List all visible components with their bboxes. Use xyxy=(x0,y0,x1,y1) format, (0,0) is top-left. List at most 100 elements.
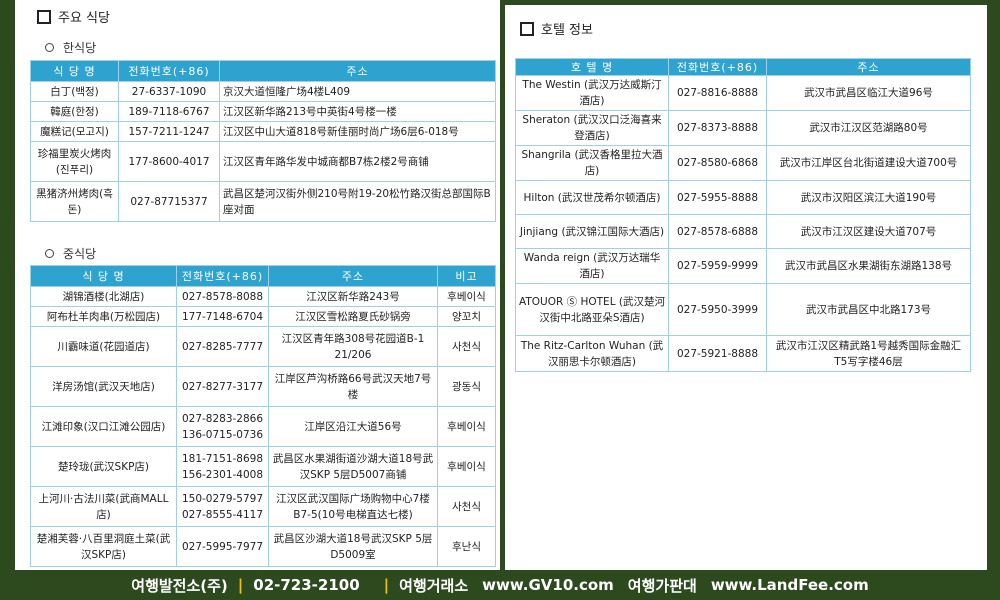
restaurant-phone: 027-87715377 xyxy=(118,181,220,222)
hotel-address: 武汉市汉阳区滨江大道190号 xyxy=(766,180,971,215)
restaurant-address: 武昌区水果湖街道沙湖大道18号武汉SKP 5层D5007商铺 xyxy=(268,446,438,487)
header-name: 식 당 명 xyxy=(30,265,177,287)
table-row: 湖锦酒楼(北湖店) 027-8578-8088 江汉区新华路243号 후베이식 xyxy=(30,286,496,307)
table-header-row: 식 당 명 전화번호(+86) 주소 xyxy=(30,60,496,82)
table-row: 上河川·古法川菜(武商MALL店) 150-0279-5797 027-8555… xyxy=(30,486,496,527)
restaurant-note: 사천식 xyxy=(437,326,496,367)
table-row: 楚玲珑(武汉SKP店) 181-7151-8698 156-2301-4008 … xyxy=(30,446,496,487)
table-row: 阿布杜羊肉串(万松园店) 177-7148-6704 江汉区雪松路夏氏砂锅旁 양… xyxy=(30,306,496,327)
hotel-name: Sheraton (武汉汉口泛海喜来登酒店) xyxy=(515,110,669,146)
header-name: 호 텔 명 xyxy=(515,58,669,76)
hotel-address: 武汉市武昌区临江大道96号 xyxy=(766,75,971,111)
table-row: Jinjiang (武汉锦江国际大酒店) 027-8578-6888 武汉市江汉… xyxy=(515,214,971,249)
restaurant-phone: 027-8283-2866 136-0715-0736 xyxy=(176,406,269,447)
restaurant-name: 魔糕记(모고지) xyxy=(30,121,119,142)
restaurant-phone: 157-7211-1247 xyxy=(118,121,220,142)
restaurant-address: 江岸区沿江大道56号 xyxy=(268,406,438,447)
footer-separator: | xyxy=(383,576,390,594)
hotel-address: 武汉市江岸区台北街道建设大道700号 xyxy=(766,145,971,181)
restaurant-phone: 27-6337-1090 xyxy=(118,81,220,102)
table-row: 洋房汤馆(武汉天地店) 027-8277-3177 江岸区芦沟桥路66号武汉天地… xyxy=(30,366,496,407)
restaurant-address: 武昌区楚河汉街外侧210号附19-20松竹路汉街总部国际B座对面 xyxy=(219,181,496,222)
restaurant-address: 江汉区青年路华发中城商都B7栋2楼2号商铺 xyxy=(219,141,496,182)
chinese-subtitle-label: 중식당 xyxy=(63,247,97,261)
restaurant-phone: 027-8277-3177 xyxy=(176,366,269,407)
restaurant-note: 후베이식 xyxy=(437,446,496,487)
restaurant-name: 珍福里炭火烤肉(진푸리) xyxy=(30,141,119,182)
chinese-restaurant-table: 식 당 명 전화번호(+86) 주소 비고 湖锦酒楼(北湖店) 027-8578… xyxy=(30,265,496,567)
hotel-table: 호 텔 명 전화번호(+86) 주소 The Westin (武汉万达威斯汀酒店… xyxy=(515,58,971,372)
restaurant-phone: 181-7151-8698 156-2301-4008 xyxy=(176,446,269,487)
restaurant-note: 후베이식 xyxy=(437,286,496,307)
restaurant-note: 양꼬치 xyxy=(437,306,496,327)
restaurant-phone: 027-8285-7777 xyxy=(176,326,269,367)
restaurant-phone: 027-5995-7977 xyxy=(176,526,269,567)
restaurant-address: 江汉区青年路308号花园道B-1 21/206 xyxy=(268,326,438,367)
checkbox-square-icon xyxy=(37,9,51,24)
table-row: Hilton (武汉世茂希尔顿酒店) 027-5955-8888 武汉市汉阳区滨… xyxy=(515,180,971,215)
table-row: Sheraton (武汉汉口泛海喜来登酒店) 027-8373-8888 武汉市… xyxy=(515,110,971,146)
hotel-phone: 027-8578-6888 xyxy=(668,214,767,249)
restaurant-name: 白丁(백정) xyxy=(30,81,119,102)
korean-subtitle-label: 한식당 xyxy=(63,41,97,55)
circle-bullet-icon xyxy=(45,249,54,258)
restaurant-name: 黑猪济州烤肉(흑돈) xyxy=(30,181,119,222)
korean-restaurant-table: 식 당 명 전화번호(+86) 주소 白丁(백정) 27-6337-1090 京… xyxy=(30,60,496,222)
hotel-name: Hilton (武汉世茂希尔顿酒店) xyxy=(515,180,669,215)
table-row: ATOUOR Ⓢ HOTEL (武汉楚河汉街中北路亚朵S酒店) 027-5950… xyxy=(515,283,971,336)
restaurant-name: 上河川·古法川菜(武商MALL店) xyxy=(30,486,177,527)
restaurants-panel: 주요 식당 한식당 식 당 명 전화번호(+86) 주소 白丁(백정) 27-6… xyxy=(15,0,500,570)
footer-exchange-link[interactable]: www.GV10.com xyxy=(482,576,614,594)
table-row: 魔糕记(모고지) 157-7211-1247 江汉区中山大道818号新佳丽时尚广… xyxy=(30,121,496,142)
footer-agency: 여행발전소(주) xyxy=(131,576,228,595)
restaurant-name: 川霸味道(花园道店) xyxy=(30,326,177,367)
table-row: Wanda reign (武汉万达瑞华酒店) 027-5959-9999 武汉市… xyxy=(515,248,971,284)
korean-subtitle: 한식당 xyxy=(45,39,96,56)
hotels-panel: 호텔 정보 호 텔 명 전화번호(+86) 주소 The Westin (武汉万… xyxy=(505,5,987,570)
restaurant-address: 江汉区武汉国际广场购物中心7楼B7-5(10号电梯直达七楼) xyxy=(268,486,438,527)
restaurant-name: 楚玲珑(武汉SKP店) xyxy=(30,446,177,487)
hotel-name: Jinjiang (武汉锦江国际大酒店) xyxy=(515,214,669,249)
table-row: 白丁(백정) 27-6337-1090 京汉大道恒隆广场4楼L409 xyxy=(30,81,496,102)
hotel-phone: 027-8816-8888 xyxy=(668,75,767,111)
restaurant-name: 韓庭(한정) xyxy=(30,101,119,122)
hotel-phone: 027-5921-8888 xyxy=(668,335,767,372)
checkbox-square-icon xyxy=(520,21,534,36)
table-row: 珍福里炭火烤肉(진푸리) 177-8600-4017 江汉区青年路华发中城商都B… xyxy=(30,141,496,182)
restaurant-address: 武昌区沙湖大道18号武汉SKP 5层D5009室 xyxy=(268,526,438,567)
footer-price-link[interactable]: www.LandFee.com xyxy=(711,576,869,594)
footer-phone: 02-723-2100 xyxy=(253,576,360,594)
hotel-name: The Ritz-Carlton Wuhan (武汉丽思卡尔顿酒店) xyxy=(515,335,669,372)
table-header-row: 호 텔 명 전화번호(+86) 주소 xyxy=(515,58,971,76)
table-row: Shangrila (武汉香格里拉大酒店) 027-8580-6868 武汉市江… xyxy=(515,145,971,181)
hotels-title: 호텔 정보 xyxy=(541,23,593,38)
hotel-phone: 027-5959-9999 xyxy=(668,248,767,284)
restaurant-phone: 177-7148-6704 xyxy=(176,306,269,327)
circle-bullet-icon xyxy=(45,43,54,52)
hotel-address: 武汉市江汉区范湖路80号 xyxy=(766,110,971,146)
restaurant-name: 江滩印象(汉口江滩公园店) xyxy=(30,406,177,447)
hotel-name: The Westin (武汉万达威斯汀酒店) xyxy=(515,75,669,111)
footer-bar: 여행발전소(주) | 02-723-2100 | 여행거래소 www.GV10.… xyxy=(0,570,1000,600)
restaurant-phone: 177-8600-4017 xyxy=(118,141,220,182)
restaurant-phone: 189-7118-6767 xyxy=(118,101,220,122)
header-address: 주소 xyxy=(766,58,971,76)
restaurant-address: 江汉区雪松路夏氏砂锅旁 xyxy=(268,306,438,327)
hotel-address: 武汉市武昌区中北路173号 xyxy=(766,283,971,336)
restaurants-section-title: 주요 식당 xyxy=(37,7,110,26)
restaurant-note: 사천식 xyxy=(437,486,496,527)
hotel-name: Wanda reign (武汉万达瑞华酒店) xyxy=(515,248,669,284)
hotel-phone: 027-5955-8888 xyxy=(668,180,767,215)
restaurant-address: 江汉区新华路213号中英街4号楼一楼 xyxy=(219,101,496,122)
header-phone: 전화번호(+86) xyxy=(668,58,767,76)
hotel-name: Shangrila (武汉香格里拉大酒店) xyxy=(515,145,669,181)
restaurant-name: 洋房汤馆(武汉天地店) xyxy=(30,366,177,407)
table-row: The Westin (武汉万达威斯汀酒店) 027-8816-8888 武汉市… xyxy=(515,75,971,111)
restaurant-name: 阿布杜羊肉串(万松园店) xyxy=(30,306,177,327)
header-name: 식 당 명 xyxy=(30,60,119,82)
restaurant-name: 楚湘芙蓉·八百里洞庭土菜(武汉SKP店) xyxy=(30,526,177,567)
restaurant-name: 湖锦酒楼(北湖店) xyxy=(30,286,177,307)
table-row: 江滩印象(汉口江滩公园店) 027-8283-2866 136-0715-073… xyxy=(30,406,496,447)
table-row: 楚湘芙蓉·八百里洞庭土菜(武汉SKP店) 027-5995-7977 武昌区沙湖… xyxy=(30,526,496,567)
table-row: The Ritz-Carlton Wuhan (武汉丽思卡尔顿酒店) 027-5… xyxy=(515,335,971,372)
